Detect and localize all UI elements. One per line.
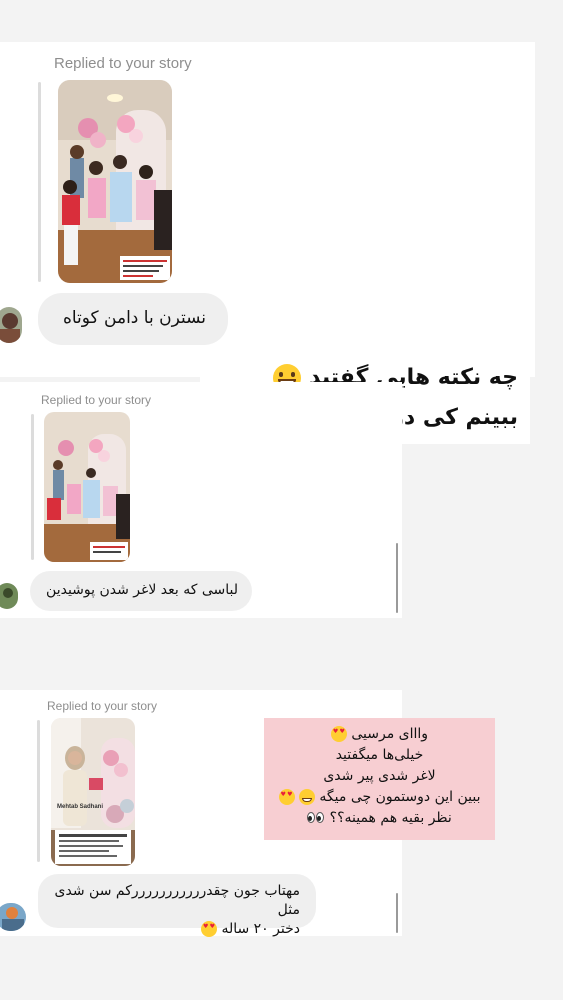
story-thumbnail[interactable] [58,80,172,283]
sender-avatar[interactable] [0,583,18,609]
scrollbar[interactable] [396,543,398,613]
replied-label: Replied to your story [54,55,192,72]
grin-emoji-icon [298,789,315,805]
eyes-emoji-icon [307,812,325,824]
caption-text: وااای مرسیی [351,726,429,742]
message-bubble: لباسی که بعد لاغر شدن پوشیدین [30,571,252,611]
story-name-tag: Mehtab Sadhani [57,804,104,810]
message-bubble: مهتاب جون چقدرررررررررررکم سن شدی مثل دخ… [38,874,316,937]
caption-line: وااای مرسیی ♥ ♥ خیلی‌ها میگفتید لاغر شدی… [264,724,495,829]
heart-eyes-emoji-icon: ♥ ♥ [330,726,347,742]
caption-text: لاغر شدی پیر شدی [323,768,436,784]
story-caption-2: وااای مرسیی ♥ ♥ خیلی‌ها میگفتید لاغر شدی… [264,718,495,840]
message-text-line: مهتاب جون چقدرررررررررررکم سن شدی مثل [54,883,300,918]
sender-avatar[interactable] [0,307,22,343]
caption-text: ببین این دوستمون چی میگه [319,789,481,805]
caption-row: نظر بقیه هم همینه؟؟ [264,808,495,829]
caption-row: خیلی‌ها میگفتید [264,745,495,766]
message-text: نسترن با دامن کوتاه [62,308,206,328]
caption-text: نظر بقیه هم همینه؟؟ [329,810,452,826]
heart-eyes-emoji-icon: ♥ ♥ [278,789,295,805]
story-thumbnail[interactable] [44,412,130,562]
caption-row: لاغر شدی پیر شدی [264,766,495,787]
reply-quote-bar [38,82,41,282]
reply-quote-bar [37,720,40,862]
caption-text: خیلی‌ها میگفتید [335,747,424,763]
caption-row: وااای مرسیی ♥ ♥ [264,724,495,745]
message-text-line: دختر ۲۰ ساله ♥ ♥ [54,920,300,939]
replied-label: Replied to your story [47,699,158,713]
replied-label: Replied to your story [41,393,152,407]
message-text: دختر ۲۰ ساله [221,921,300,937]
message-text: لباسی که بعد لاغر شدن پوشیدین [46,582,238,598]
message-bubble: نسترن با دامن کوتاه [38,293,228,345]
scrollbar[interactable] [396,893,398,933]
reply-quote-bar [31,414,34,560]
caption-row: ببین این دوستمون چی میگه ♥ ♥ [264,787,495,808]
heart-eyes-emoji-icon: ♥ ♥ [200,921,217,937]
story-thumbnail[interactable]: Mehtab Sadhani [51,718,135,866]
